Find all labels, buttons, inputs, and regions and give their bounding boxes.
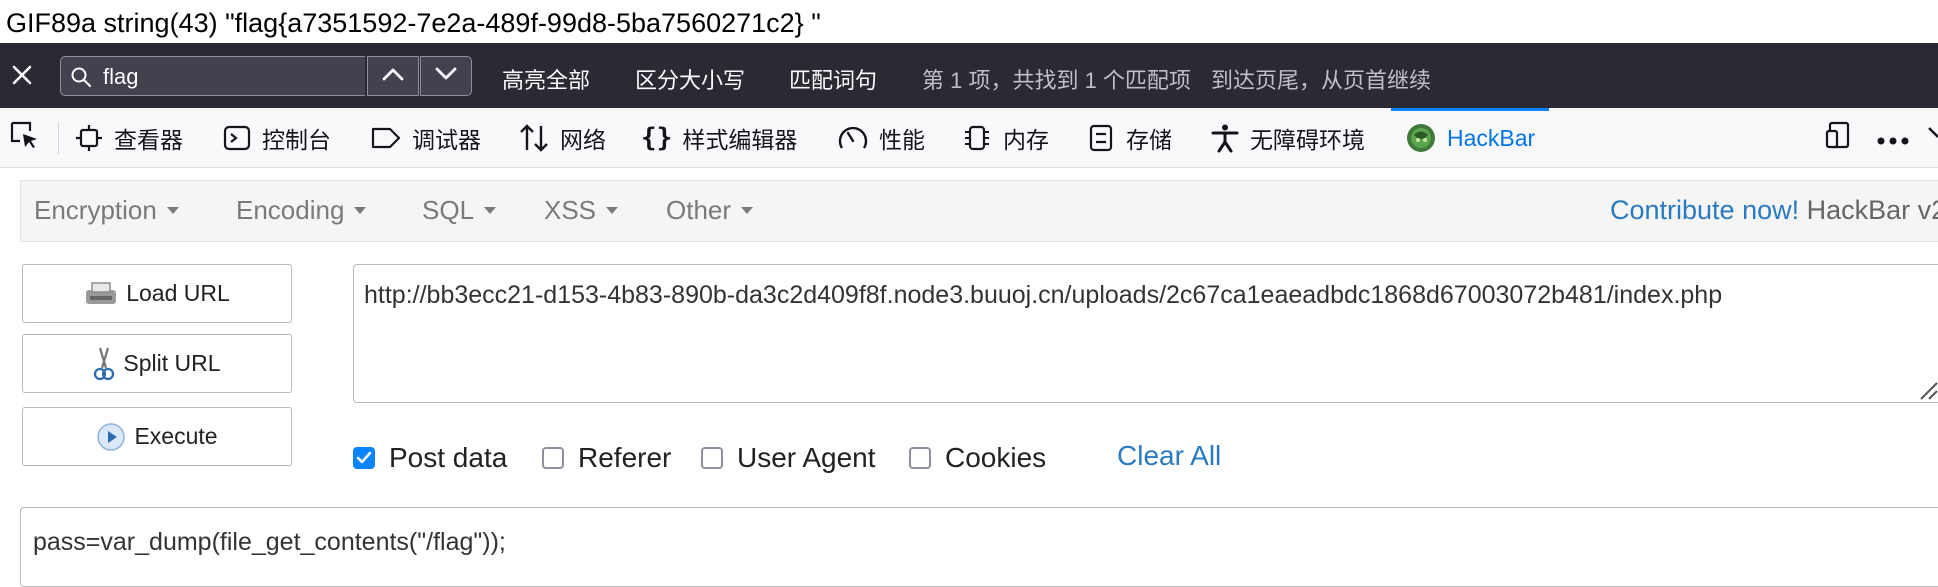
button-label: Split URL [123, 350, 221, 376]
menu-label: SQL [422, 195, 475, 225]
button-label: Load URL [126, 280, 230, 306]
tab-memory[interactable]: 内存 [961, 108, 1049, 168]
menu-sql[interactable]: SQL [422, 195, 497, 226]
tab-performance[interactable]: 性能 [837, 108, 925, 168]
option-label: Cookies [945, 442, 1047, 473]
button-label: Execute [134, 423, 218, 449]
post-data-textarea[interactable]: pass=var_dump(file_get_contents("/flag")… [20, 507, 1938, 587]
play-icon [96, 422, 126, 452]
chevron-down-icon [434, 66, 458, 87]
storage-icon [1086, 123, 1116, 153]
close-icon[interactable] [6, 59, 38, 91]
close-icon [1928, 124, 1938, 152]
load-url-button[interactable]: Load URL [22, 264, 292, 323]
console-icon [222, 123, 252, 153]
more-options-button[interactable] [1876, 108, 1910, 168]
url-textarea[interactable]: http://bb3ecc21-d153-4b83-890b-da3c2d409… [353, 264, 1938, 403]
accessibility-icon [1210, 123, 1240, 153]
tab-storage[interactable]: 存储 [1086, 108, 1172, 168]
hackbar-icon [1405, 122, 1437, 154]
devtools-toolbar: 查看器 控制台 调试器 网络 {} 样式编辑器 性能 内存 存储 无障碍环境 H… [0, 108, 1938, 168]
tab-inspector[interactable]: 查看器 [74, 108, 183, 168]
referer-checkbox[interactable] [542, 447, 564, 469]
hackbar-menubar: Encryption Encoding SQL XSS Other Contri… [20, 180, 1938, 242]
search-icon [70, 66, 92, 93]
chevron-up-icon [381, 66, 405, 87]
menu-encryption[interactable]: Encryption [34, 195, 179, 226]
option-label: Referer [578, 442, 672, 473]
responsive-design-button[interactable] [1824, 108, 1856, 168]
clear-all-link[interactable]: Clear All [1117, 440, 1221, 472]
contribute-link[interactable]: Contribute now! [1610, 195, 1799, 225]
menu-xss[interactable]: XSS [544, 195, 619, 226]
menu-label: XSS [544, 195, 597, 225]
element-picker-icon [8, 119, 40, 157]
tab-hackbar[interactable]: HackBar [1390, 108, 1550, 168]
tab-accessibility[interactable]: 无障碍环境 [1210, 108, 1365, 168]
whole-words-toggle[interactable]: 匹配词句 [789, 63, 877, 95]
find-input[interactable] [101, 57, 355, 97]
network-icon [518, 123, 550, 153]
find-input-wrapper [60, 56, 365, 97]
tab-network[interactable]: 网络 [518, 108, 606, 168]
tab-label: 网络 [560, 127, 606, 153]
user-agent-checkbox[interactable] [701, 447, 723, 469]
more-horizontal-icon [1876, 125, 1910, 152]
post-data-option[interactable]: Post data [353, 440, 507, 476]
caret-down-icon [354, 207, 367, 214]
element-picker-button[interactable] [8, 108, 40, 168]
tab-style-editor[interactable]: {} 样式编辑器 [641, 108, 797, 168]
find-result-status: 第 1 项，共找到 1 个匹配项 [922, 68, 1191, 93]
match-case-toggle[interactable]: 区分大小写 [635, 63, 745, 95]
tab-console[interactable]: 控制台 [222, 108, 331, 168]
performance-icon [837, 123, 869, 153]
scissors-icon [93, 346, 115, 382]
referer-option[interactable]: Referer [542, 440, 671, 476]
option-label: Post data [389, 442, 508, 473]
close-devtools-button[interactable] [1928, 108, 1938, 168]
find-next-button[interactable] [420, 56, 472, 96]
tab-label: 内存 [1003, 127, 1049, 153]
find-bar: 高亮全部 区分大小写 匹配词句 第 1 项，共找到 1 个匹配项 到达页尾，从页… [0, 43, 1938, 108]
tab-label: 存储 [1126, 127, 1172, 153]
caret-down-icon [606, 207, 619, 214]
responsive-design-icon [1824, 119, 1856, 157]
page-output-text: GIF89a string(43) "flag{a7351592-7e2a-48… [6, 8, 821, 38]
menu-label: Other [666, 195, 732, 225]
tab-label: HackBar [1447, 124, 1536, 151]
tab-label: 无障碍环境 [1250, 127, 1365, 153]
tab-debugger[interactable]: 调试器 [370, 108, 481, 168]
style-editor-icon: {} [641, 123, 673, 153]
hackbar-version: HackBar v2 [1806, 195, 1938, 225]
caret-down-icon [166, 207, 179, 214]
post-data-checkbox[interactable] [353, 447, 375, 469]
execute-button[interactable]: Execute [22, 407, 292, 466]
inspector-icon [74, 123, 104, 153]
debugger-icon [370, 123, 402, 153]
contribute-area: Contribute now! HackBar v2 [1610, 195, 1938, 226]
split-url-button[interactable]: Split URL [22, 334, 292, 393]
cookies-checkbox[interactable] [909, 447, 931, 469]
user-agent-option[interactable]: User Agent [701, 440, 876, 476]
toolbar-divider [58, 122, 59, 154]
cookies-option[interactable]: Cookies [909, 440, 1046, 476]
menu-encoding[interactable]: Encoding [236, 195, 367, 226]
find-wrap-notice: 到达页尾，从页首继续 [1211, 68, 1432, 93]
caret-down-icon [484, 207, 497, 214]
menu-label: Encoding [236, 195, 345, 225]
caret-down-icon [741, 207, 754, 214]
tab-label: 调试器 [412, 127, 481, 153]
memory-icon [961, 123, 993, 153]
tab-label: 样式编辑器 [682, 127, 798, 153]
tab-label: 性能 [879, 127, 925, 153]
menu-other[interactable]: Other [666, 195, 754, 226]
find-previous-button[interactable] [367, 56, 419, 96]
tab-label: 控制台 [262, 127, 331, 153]
load-url-icon [84, 280, 118, 308]
resize-handle-icon[interactable] [1915, 377, 1938, 406]
tab-label: 查看器 [114, 127, 183, 153]
highlight-all-toggle[interactable]: 高亮全部 [502, 63, 590, 95]
option-label: User Agent [737, 442, 876, 473]
menu-label: Encryption [34, 195, 157, 225]
